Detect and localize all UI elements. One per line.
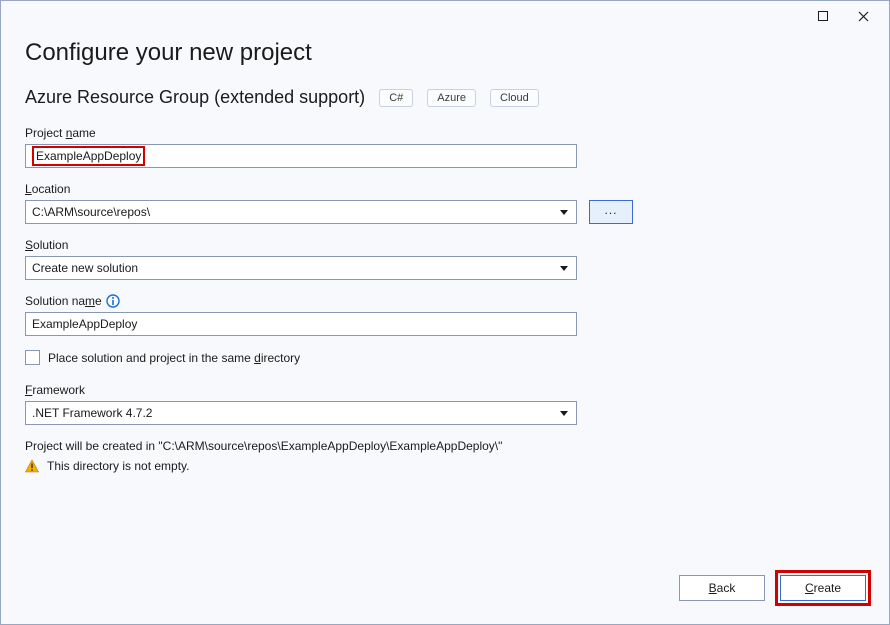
titlebar (1, 1, 889, 31)
content-area: Configure your new project Azure Resourc… (1, 31, 889, 558)
location-combo[interactable]: C:\ARM\source\repos\ (25, 200, 577, 224)
project-name-input[interactable]: ExampleAppDeploy (25, 144, 577, 168)
chevron-down-icon (556, 266, 572, 271)
label-location: Location (25, 182, 865, 196)
tag-azure: Azure (427, 89, 476, 107)
info-icon[interactable] (106, 294, 120, 308)
project-path-preview: Project will be created in "C:\ARM\sourc… (25, 439, 865, 453)
project-name-value: ExampleAppDeploy (32, 146, 145, 166)
field-project-name: Project name ExampleAppDeploy (25, 126, 865, 168)
same-directory-checkbox[interactable] (25, 350, 40, 365)
solution-value: Create new solution (32, 261, 138, 275)
label-solution-text: Solution (25, 238, 68, 252)
chevron-down-icon (556, 210, 572, 215)
close-icon (858, 11, 869, 22)
maximize-icon (818, 11, 828, 21)
subtitle-row: Azure Resource Group (extended support) … (25, 87, 865, 108)
dialog-window: Configure your new project Azure Resourc… (0, 0, 890, 625)
framework-value: .NET Framework 4.7.2 (32, 406, 152, 420)
location-value: C:\ARM\source\repos\ (32, 205, 150, 219)
framework-combo[interactable]: .NET Framework 4.7.2 (25, 401, 577, 425)
tag-cloud: Cloud (490, 89, 539, 107)
label-project-name: Project name (25, 126, 865, 140)
warning-text: This directory is not empty. (47, 459, 190, 473)
solution-name-input[interactable] (25, 312, 577, 336)
browse-button[interactable]: ... (589, 200, 633, 224)
create-button-label: Create (805, 581, 841, 595)
chevron-down-icon (556, 411, 572, 416)
label-project-name-text: Project name (25, 126, 96, 140)
label-location-text: Location (25, 182, 70, 196)
warning-row: This directory is not empty. (25, 459, 865, 473)
field-solution: Solution Create new solution (25, 238, 865, 280)
close-button[interactable] (843, 2, 883, 30)
field-solution-name: Solution name (25, 294, 865, 336)
project-type-subtitle: Azure Resource Group (extended support) (25, 87, 365, 108)
back-button[interactable]: Back (679, 575, 765, 601)
same-directory-label: Place solution and project in the same d… (48, 351, 300, 365)
label-solution-name: Solution name (25, 294, 865, 308)
field-framework: Framework .NET Framework 4.7.2 (25, 383, 865, 425)
same-directory-checkbox-row: Place solution and project in the same d… (25, 350, 865, 365)
back-button-label: Back (709, 581, 736, 595)
create-button[interactable]: Create (780, 575, 866, 601)
maximize-button[interactable] (803, 2, 843, 30)
label-solution-name-text: Solution name (25, 294, 102, 308)
footer: Back Create (1, 558, 889, 624)
page-title: Configure your new project (25, 39, 865, 67)
label-framework-text: Framework (25, 383, 85, 397)
tag-csharp: C# (379, 89, 413, 107)
warning-icon (25, 459, 39, 473)
create-button-highlight: Create (775, 570, 871, 606)
solution-combo[interactable]: Create new solution (25, 256, 577, 280)
field-location: Location C:\ARM\source\repos\ ... (25, 182, 865, 224)
label-framework: Framework (25, 383, 865, 397)
label-solution: Solution (25, 238, 865, 252)
